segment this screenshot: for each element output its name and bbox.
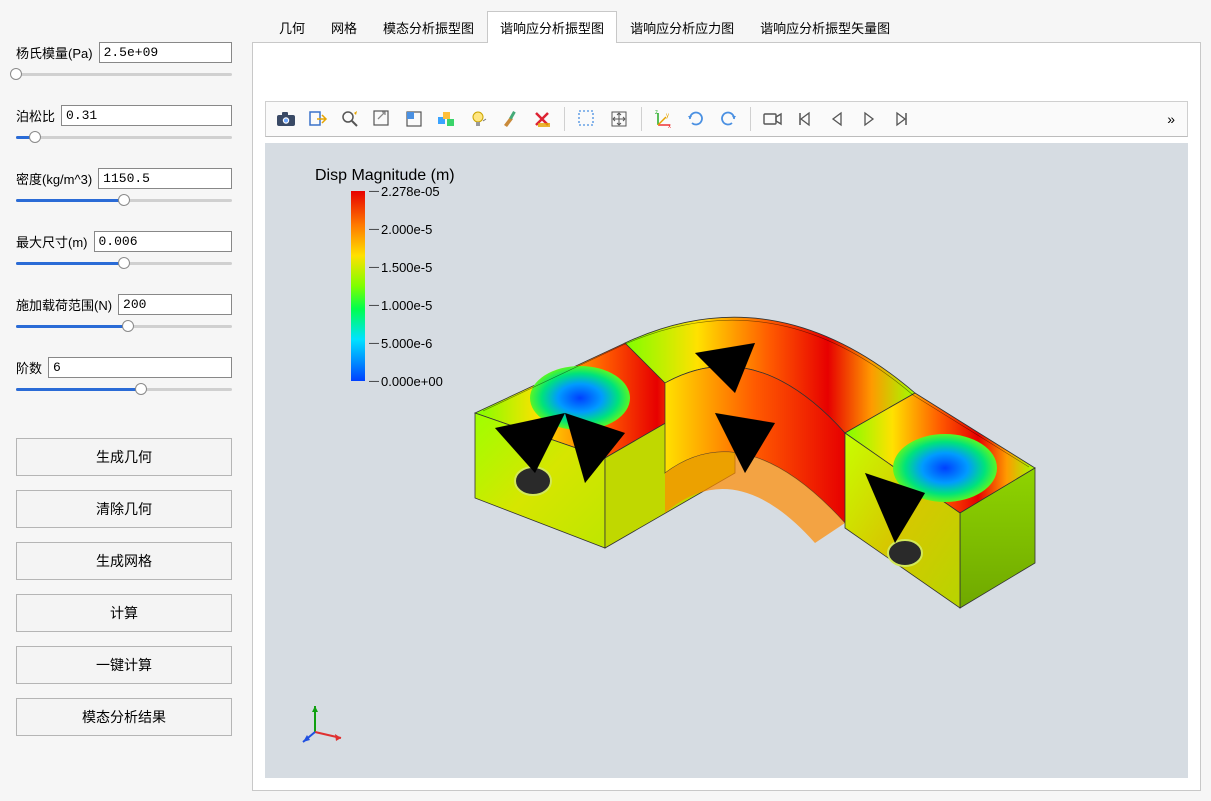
legend-colorbar — [351, 191, 365, 381]
action-button[interactable]: 生成网格 — [16, 542, 232, 580]
param-row: 泊松比 — [16, 105, 232, 126]
tab[interactable]: 谐响应分析应力图 — [617, 11, 747, 43]
main-area: 几何网格模态分析振型图谐响应分析振型图谐响应分析应力图谐响应分析振型矢量图 — [248, 0, 1211, 801]
param-slider[interactable] — [16, 319, 232, 335]
color-cubes-icon[interactable] — [432, 105, 460, 133]
param-label: 最大尺寸(m) — [16, 232, 88, 251]
param-label: 密度(kg/m^3) — [16, 169, 92, 188]
param-input[interactable] — [98, 168, 232, 189]
param-slider[interactable] — [16, 193, 232, 209]
skip-forward-icon[interactable] — [887, 105, 915, 133]
camera-icon[interactable] — [272, 105, 300, 133]
param-row: 杨氏模量(Pa) — [16, 42, 232, 63]
zoom-fit-icon[interactable] — [336, 105, 364, 133]
select-icon[interactable] — [573, 105, 601, 133]
rotate-cw-icon[interactable] — [682, 105, 710, 133]
tab[interactable]: 网格 — [318, 11, 370, 43]
legend-title: Disp Magnitude (m) — [315, 167, 455, 185]
export-icon[interactable] — [304, 105, 332, 133]
param-slider[interactable] — [16, 382, 232, 398]
viewer-toolbar: z xy » — [265, 101, 1188, 137]
param-input[interactable] — [48, 357, 232, 378]
param-label: 泊松比 — [16, 106, 55, 125]
tab[interactable]: 几何 — [266, 11, 318, 43]
axis-triad-icon — [301, 698, 349, 746]
action-button[interactable]: 一键计算 — [16, 646, 232, 684]
param-slider[interactable] — [16, 130, 232, 146]
param-input[interactable] — [94, 231, 233, 252]
tab-bar: 几何网格模态分析振型图谐响应分析振型图谐响应分析应力图谐响应分析振型矢量图 — [252, 10, 1201, 42]
param-input[interactable] — [118, 294, 232, 315]
play-back-icon[interactable] — [823, 105, 851, 133]
sidebar: 杨氏模量(Pa)泊松比密度(kg/m^3)最大尺寸(m)施加载荷范围(N)阶数 … — [0, 0, 248, 801]
skip-back-icon[interactable] — [791, 105, 819, 133]
fea-model — [415, 233, 1055, 673]
param-slider[interactable] — [16, 67, 232, 83]
toolbar-overflow[interactable]: » — [1161, 111, 1181, 127]
tab[interactable]: 模态分析振型图 — [370, 11, 487, 43]
action-button[interactable]: 模态分析结果 — [16, 698, 232, 736]
play-forward-icon[interactable] — [855, 105, 883, 133]
param-label: 施加载荷范围(N) — [16, 295, 112, 314]
param-row: 最大尺寸(m) — [16, 231, 232, 252]
tab[interactable]: 谐响应分析振型图 — [487, 11, 617, 43]
viewport-3d[interactable]: Disp Magnitude (m) 2.278e-052.000e-51.50… — [265, 143, 1188, 778]
param-label: 杨氏模量(Pa) — [16, 43, 93, 62]
delete-x-icon[interactable] — [528, 105, 556, 133]
svg-text:x: x — [668, 124, 671, 129]
zoom-box-icon[interactable] — [368, 105, 396, 133]
param-input[interactable] — [99, 42, 232, 63]
rotate-ccw-icon[interactable] — [714, 105, 742, 133]
param-label: 阶数 — [16, 358, 42, 377]
param-slider[interactable] — [16, 256, 232, 272]
action-button[interactable]: 清除几何 — [16, 490, 232, 528]
param-row: 施加载荷范围(N) — [16, 294, 232, 315]
action-button[interactable]: 生成几何 — [16, 438, 232, 476]
param-row: 阶数 — [16, 357, 232, 378]
axis-icon[interactable]: z xy — [650, 105, 678, 133]
bulb-icon[interactable] — [464, 105, 492, 133]
action-button[interactable]: 计算 — [16, 594, 232, 632]
tab[interactable]: 谐响应分析振型矢量图 — [747, 11, 903, 43]
move-icon[interactable] — [605, 105, 633, 133]
svg-text:z: z — [655, 110, 658, 116]
view-panel: z xy » Disp Magnitude (m) — [252, 42, 1201, 791]
view-box-icon[interactable] — [400, 105, 428, 133]
brush-icon[interactable] — [496, 105, 524, 133]
param-row: 密度(kg/m^3) — [16, 168, 232, 189]
video-icon[interactable] — [759, 105, 787, 133]
svg-text:y: y — [666, 113, 669, 119]
param-input[interactable] — [61, 105, 232, 126]
sidebar-button-stack: 生成几何清除几何生成网格计算一键计算模态分析结果 — [16, 438, 232, 736]
